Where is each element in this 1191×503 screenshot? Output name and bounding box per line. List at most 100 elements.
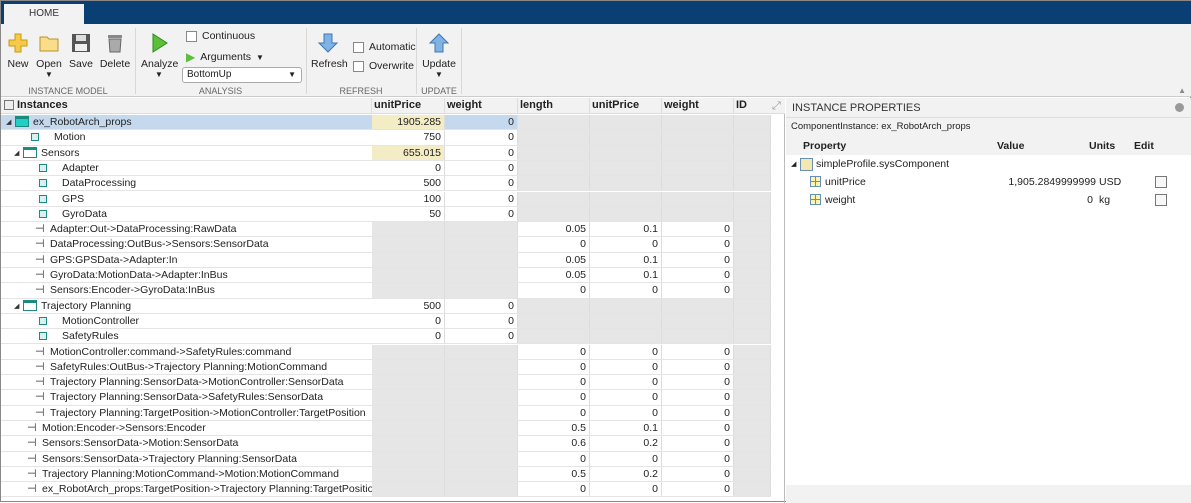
edit-icon[interactable] (1155, 194, 1167, 206)
table-row[interactable]: ⊣ Adapter:Out->DataProcessing:RawData 0.05… (1, 222, 771, 238)
instance-cell[interactable]: ⊣ Trajectory Planning:SensorData->MotionC… (1, 375, 372, 389)
table-row[interactable]: ⊣ GyroData:MotionData->Adapter:InBus 0.05 0… (1, 268, 771, 284)
table-row[interactable]: GPS 100 0 (1, 191, 771, 207)
instance-cell[interactable]: MotionController (1, 314, 372, 328)
value-cell-unitprice[interactable]: 0 (372, 313, 445, 329)
value-cell-length[interactable]: 0.05 (518, 268, 590, 283)
value-cell-length[interactable]: 0 (518, 283, 590, 298)
value-cell-weight[interactable]: 0 (445, 206, 518, 222)
instance-cell[interactable]: Adapter (1, 161, 372, 175)
table-row[interactable]: ⊣ Motion:Encoder->Sensors:Encoder 0.5 0.1 0 (1, 421, 771, 437)
table-row[interactable]: ⊣ Sensors:Encoder->GyroData:InBus 0 0 0 (1, 283, 771, 299)
new-button[interactable]: New (6, 32, 30, 70)
value-cell-weight[interactable]: 0 (445, 313, 518, 329)
instance-cell[interactable]: ⊣ Sensors:SensorData->Motion:SensorData (1, 436, 372, 450)
value-cell-weight[interactable]: 0 (445, 145, 518, 160)
save-button[interactable]: Save (69, 32, 93, 70)
table-row[interactable]: SafetyRules 0 0 (1, 329, 771, 345)
automatic-checkbox[interactable]: Automatic (353, 41, 416, 53)
instance-cell[interactable]: ⊣ MotionController:command->SafetyRules:c… (1, 345, 372, 359)
filter-icon[interactable] (4, 100, 14, 110)
table-row[interactable]: ⊣ SafetyRules:OutBus->Trajectory Planning… (1, 359, 771, 376)
value-cell-unitprice[interactable]: 0 (590, 375, 662, 390)
value-cell-unitprice[interactable]: 0 (590, 482, 662, 497)
instance-cell[interactable]: ⊣ ex_RobotArch_props:TargetPosition->Traj… (1, 482, 372, 496)
value-cell-weight[interactable]: 0 (662, 451, 734, 466)
arguments-button[interactable]: ▶ Arguments ▼ (186, 50, 264, 64)
table-row[interactable]: ◢ Sensors 655.015 0 (1, 145, 771, 161)
value-cell-unitprice[interactable]: 0 (590, 451, 662, 466)
table-row[interactable]: ◢ ex_RobotArch_props 1905.285 0 (1, 115, 771, 131)
instance-cell[interactable]: ⊣ Adapter:Out->DataProcessing:RawData (1, 222, 372, 236)
value-cell-unitprice[interactable]: 50 (372, 206, 445, 222)
value-cell-unitprice[interactable]: 655.015 (372, 145, 445, 160)
value-cell-length[interactable]: 0 (518, 482, 590, 497)
value-cell-unitprice[interactable]: 0 (372, 329, 445, 344)
value-cell-unitprice[interactable]: 500 (372, 176, 445, 191)
value-cell-unitprice[interactable]: 0.2 (590, 436, 662, 451)
overwrite-checkbox[interactable]: Overwrite (353, 60, 414, 72)
value-cell-weight[interactable]: 0 (445, 191, 518, 206)
instance-cell[interactable]: ⊣ DataProcessing:OutBus->Sensors:SensorDa… (1, 237, 372, 251)
value-cell-weight[interactable]: 0 (662, 268, 734, 283)
edit-icon[interactable] (1155, 176, 1167, 188)
refresh-button[interactable]: Refresh (311, 32, 348, 70)
table-row[interactable]: ⊣ Trajectory Planning:TargetPosition->Mot… (1, 405, 771, 421)
instance-cell[interactable]: ⊣ Trajectory Planning:SensorData->SafetyR… (1, 390, 372, 404)
expand-triangle-icon[interactable]: ◢ (14, 300, 19, 313)
value-cell-unitprice[interactable]: 750 (372, 130, 445, 145)
tab-home[interactable]: HOME (4, 4, 84, 25)
delete-button[interactable]: Delete (99, 32, 131, 70)
expand-triangle-icon[interactable]: ◢ (6, 116, 11, 129)
value-cell-unitprice[interactable]: 0 (590, 237, 662, 252)
value-cell-weight[interactable]: 0 (445, 298, 518, 313)
collapse-ribbon-icon[interactable]: ▲ (1178, 86, 1186, 95)
table-row[interactable]: ⊣ Trajectory Planning:SensorData->SafetyR… (1, 390, 771, 406)
instance-cell[interactable]: ⊣ Motion:Encoder->Sensors:Encoder (1, 421, 372, 435)
value-cell-length[interactable]: 0.05 (518, 252, 590, 267)
value-cell-weight[interactable]: 0 (662, 375, 734, 390)
instance-cell[interactable]: GyroData (1, 207, 372, 221)
analysis-strategy-select[interactable]: BottomUp ▼ (182, 67, 302, 83)
value-cell-unitprice[interactable]: 1905.285 (372, 115, 445, 130)
table-row[interactable]: DataProcessing 500 0 (1, 176, 771, 192)
value-cell-weight[interactable]: 0 (445, 130, 518, 145)
table-row[interactable]: MotionController 0 0 (1, 313, 771, 330)
table-row[interactable]: ⊣ Trajectory Planning:SensorData->MotionC… (1, 375, 771, 391)
value-cell-weight[interactable]: 0 (662, 482, 734, 497)
analyze-button[interactable]: Analyze ▼ (141, 32, 178, 79)
instance-cell[interactable]: ⊣ GyroData:MotionData->Adapter:InBus (1, 268, 372, 282)
value-cell-unitprice[interactable]: 0 (590, 344, 662, 359)
instance-cell[interactable]: Motion (1, 130, 372, 144)
value-cell-weight[interactable]: 0 (662, 405, 734, 420)
table-row[interactable]: GyroData 50 0 (1, 206, 771, 223)
header-length[interactable]: length (518, 98, 590, 114)
header-connector-weight[interactable]: weight (662, 98, 734, 114)
instance-cell[interactable]: ⊣ Sensors:SensorData->Trajectory Planning… (1, 452, 372, 466)
profile-row[interactable]: ◢ simpleProfile.sysComponent (786, 156, 1191, 174)
value-cell-length[interactable]: 0 (518, 344, 590, 359)
table-row[interactable]: ◢ Trajectory Planning 500 0 (1, 298, 771, 314)
table-row[interactable]: Adapter 0 0 (1, 160, 771, 177)
value-cell-weight[interactable]: 0 (662, 222, 734, 237)
value-cell-unitprice[interactable]: 0 (590, 390, 662, 405)
value-cell-unitprice[interactable]: 500 (372, 298, 445, 313)
header-weight[interactable]: weight (445, 98, 518, 114)
table-row[interactable]: ⊣ MotionController:command->SafetyRules:c… (1, 344, 771, 360)
value-cell-unitprice[interactable]: 0.1 (590, 252, 662, 267)
instance-cell[interactable]: ⊣ Sensors:Encoder->GyroData:InBus (1, 283, 372, 297)
value-cell-weight[interactable]: 0 (662, 344, 734, 359)
table-row[interactable]: ⊣ Trajectory Planning:MotionCommand->Moti… (1, 466, 771, 483)
value-cell-length[interactable]: 0 (518, 359, 590, 375)
value-cell-weight[interactable]: 0 (445, 176, 518, 191)
instance-cell[interactable]: ⊣ SafetyRules:OutBus->Trajectory Planning… (1, 360, 372, 374)
table-row[interactable]: ⊣ Sensors:SensorData->Trajectory Planning… (1, 451, 771, 467)
value-cell-weight[interactable]: 0 (662, 237, 734, 252)
table-row[interactable]: ⊣ Sensors:SensorData->Motion:SensorData 0.… (1, 436, 771, 452)
instance-cell[interactable]: ⊣ Trajectory Planning:TargetPosition->Mot… (1, 406, 372, 420)
instance-cell[interactable]: GPS (1, 192, 372, 206)
table-row[interactable]: ⊣ DataProcessing:OutBus->Sensors:SensorDa… (1, 237, 771, 253)
value-cell-length[interactable]: 0 (518, 375, 590, 390)
instance-cell[interactable]: ◢ ex_RobotArch_props (1, 115, 372, 130)
header-connector-unitprice[interactable]: unitPrice (590, 98, 662, 114)
